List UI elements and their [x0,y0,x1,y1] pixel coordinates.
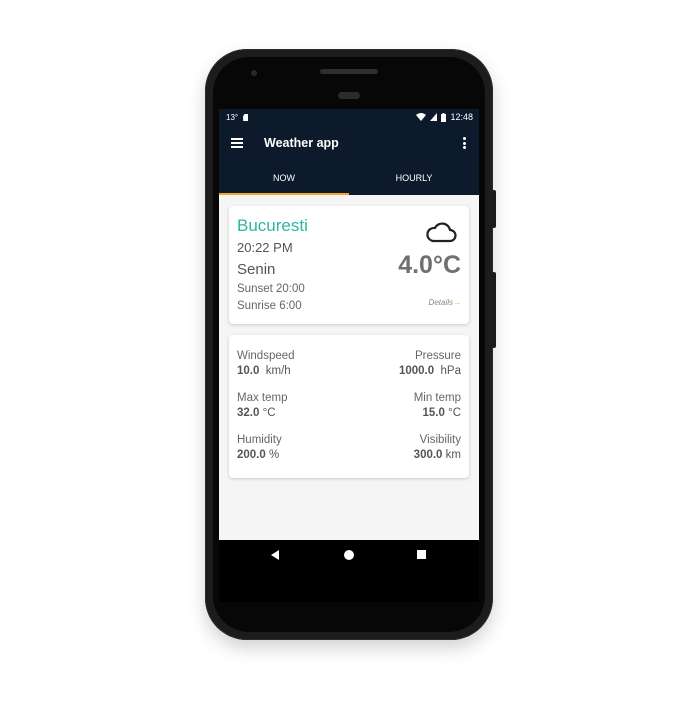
wifi-icon [416,113,427,121]
status-time: 12:48 [450,112,473,122]
max-temp-value: 32.0 [237,407,260,419]
details-row-humidity-visibility: Humidity 200.0 % Visibility 300.0 km [237,434,461,468]
humidity-unit: % [268,449,280,461]
humidity-value: 200.0 [237,449,266,461]
weather-condition: Senin [237,261,276,278]
arrow-right-icon: → [453,298,461,307]
pressure-unit: hPa [440,365,461,377]
details-label: Details [428,298,453,307]
local-time: 20:22 PM [237,240,293,255]
recent-apps-icon[interactable] [417,550,426,559]
bottom-bezel [219,570,479,602]
app-bar: Weather app [219,125,479,165]
sensor-slot [338,92,360,99]
sunset-label: Sunset [237,283,273,295]
home-icon[interactable] [344,550,354,560]
current-weather-card: Bucuresti 20:22 PM Senin Sunset 20:00 Su… [229,206,469,324]
power-button [492,190,496,228]
sunset-time: 20:00 [276,283,305,295]
sd-card-icon [243,114,249,121]
max-temp-unit: °C [262,407,276,419]
sunrise-row: Sunrise 6:00 [237,300,302,312]
windspeed-value: 10.0 [237,365,260,377]
front-camera [251,70,257,76]
volume-button [492,272,496,348]
signal-icon [430,113,438,121]
weather-details-card: Windspeed 10.0 km/h Pressure 1000.0 hPa … [229,335,469,478]
pressure-label: Pressure [414,350,461,362]
city-name: Bucuresti [237,216,308,235]
visibility-label: Visibility [419,434,461,446]
humidity-label: Humidity [237,434,282,446]
min-temp-unit: °C [448,407,461,419]
min-temp-label: Min temp [413,392,461,404]
status-temp: 13° [226,113,239,122]
windspeed-label: Windspeed [237,350,295,362]
earpiece-speaker [320,69,378,74]
windspeed-unit: km/h [265,365,291,377]
tab-now[interactable]: NOW [219,165,349,195]
details-row-wind-pressure: Windspeed 10.0 km/h Pressure 1000.0 hPa [237,350,461,384]
visibility-value: 300.0 [413,449,443,461]
battery-icon [441,112,447,122]
sunset-row: Sunset 20:00 [237,283,305,295]
details-row-temps: Max temp 32.0 °C Min temp 15.0 °C [237,392,461,426]
back-icon[interactable] [271,550,279,560]
status-bar: 13° 12:48 [219,109,479,125]
temperature: 4.0°C [398,251,461,279]
sunrise-label: Sunrise [237,300,276,312]
min-temp-value: 15.0 [422,407,445,419]
max-temp-label: Max temp [237,392,288,404]
tab-hourly[interactable]: HOURLY [349,165,479,195]
details-link[interactable]: Details→ [429,298,461,307]
cloud-icon [426,222,457,243]
system-nav-bar [219,540,479,570]
hamburger-menu-icon[interactable] [231,138,243,148]
visibility-unit: km [445,449,461,461]
sunrise-time: 6:00 [279,300,302,312]
tab-bar: NOW HOURLY [219,165,479,195]
app-title: Weather app [264,136,339,150]
tab-indicator [219,193,349,195]
overflow-menu-icon[interactable] [463,137,466,149]
screen: 13° 12:48 Weather app NOW HOURLY Bucures… [219,109,479,602]
pressure-value: 1000.0 [398,365,435,377]
